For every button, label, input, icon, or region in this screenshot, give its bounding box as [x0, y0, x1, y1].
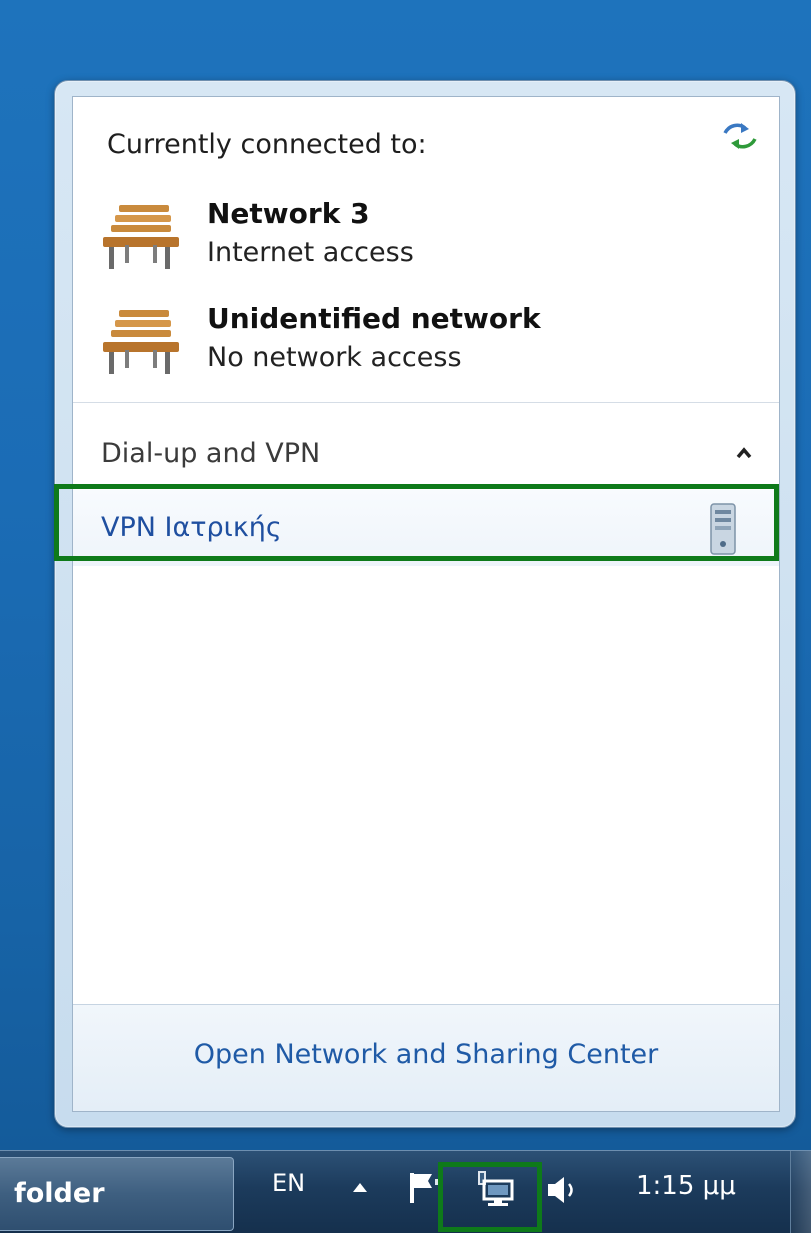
network-flyout: Currently connected to: Network 3 Intern… — [54, 80, 796, 1128]
volume-icon[interactable] — [544, 1173, 584, 1207]
taskbar: folder EN 1:15 μμ — [0, 1150, 811, 1233]
open-network-sharing-center-link[interactable]: Open Network and Sharing Center — [73, 1039, 779, 1070]
vpn-connection-item[interactable]: VPN Ιατρικής — [73, 490, 779, 566]
flyout-footer: Open Network and Sharing Center — [73, 1004, 779, 1111]
vpn-connection-label: VPN Ιατρικής — [101, 512, 282, 543]
chevron-up-icon[interactable] — [735, 444, 753, 462]
group-label: Dial-up and VPN — [101, 438, 321, 469]
network-status: No network access — [207, 342, 462, 373]
section-divider — [73, 402, 779, 403]
network-name: Network 3 — [207, 197, 370, 230]
dialup-vpn-group-header[interactable]: Dial-up and VPN — [73, 422, 779, 486]
show-hidden-icons-arrow-icon[interactable] — [352, 1181, 368, 1193]
network-icon[interactable] — [472, 1167, 518, 1209]
server-icon — [710, 503, 736, 555]
show-desktop-button[interactable] — [790, 1151, 811, 1233]
network-item-unidentified[interactable]: Unidentified network No network access — [99, 302, 759, 388]
bench-icon — [103, 205, 179, 269]
network-item-network-3[interactable]: Network 3 Internet access — [99, 197, 759, 283]
language-indicator[interactable]: EN — [272, 1169, 305, 1197]
bench-icon — [103, 310, 179, 374]
flyout-content: Currently connected to: Network 3 Intern… — [72, 96, 780, 1112]
action-center-flag-icon[interactable] — [404, 1169, 444, 1205]
refresh-icon[interactable] — [721, 119, 759, 153]
network-name: Unidentified network — [207, 302, 541, 335]
task-button-label: folder — [14, 1178, 105, 1209]
currently-connected-heading: Currently connected to: — [107, 129, 427, 160]
taskbar-button-folder[interactable]: folder — [0, 1157, 234, 1231]
network-status: Internet access — [207, 237, 414, 268]
clock[interactable]: 1:15 μμ — [636, 1171, 736, 1201]
